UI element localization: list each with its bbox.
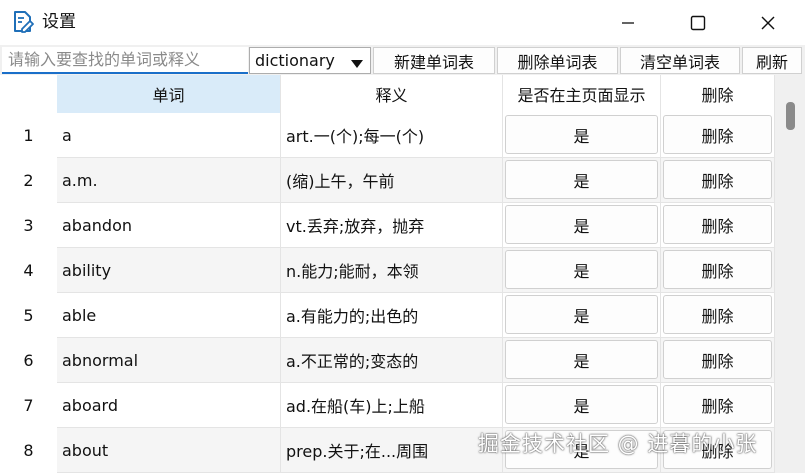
scrollbar-thumb[interactable] bbox=[786, 102, 795, 130]
notepad-edit-icon bbox=[12, 10, 34, 34]
show-on-home-button[interactable]: 是 bbox=[505, 385, 658, 424]
delete-word-button[interactable]: 删除 bbox=[663, 385, 772, 424]
show-cell: 是 bbox=[503, 158, 661, 203]
table-row: 2 a.m. (缩)上午，午前 是 删除 bbox=[0, 158, 778, 203]
definition-cell[interactable]: a.有能力的;出色的 bbox=[281, 293, 503, 338]
column-header-delete[interactable]: 删除 bbox=[661, 75, 775, 113]
row-number[interactable]: 1 bbox=[0, 113, 57, 158]
dictionary-select-value: dictionary bbox=[255, 51, 335, 70]
action-cell: 删除 bbox=[661, 248, 775, 293]
show-cell: 是 bbox=[503, 113, 661, 158]
close-icon bbox=[760, 15, 776, 31]
action-cell: 删除 bbox=[661, 113, 775, 158]
column-header-definition[interactable]: 释义 bbox=[281, 75, 503, 113]
dictionary-select[interactable]: dictionary bbox=[249, 47, 371, 74]
action-cell: 删除 bbox=[661, 293, 775, 338]
definition-cell[interactable]: vt.丢弃;放弃，抛弃 bbox=[281, 203, 503, 248]
table-row: 6 abnormal a.不正常的;变态的 是 删除 bbox=[0, 338, 778, 383]
table-row: 7 aboard ad.在船(车)上;上船 是 删除 bbox=[0, 383, 778, 428]
definition-cell[interactable]: a.不正常的;变态的 bbox=[281, 338, 503, 383]
table-row: 3 abandon vt.丢弃;放弃，抛弃 是 删除 bbox=[0, 203, 778, 248]
row-number[interactable]: 4 bbox=[0, 248, 57, 293]
show-cell: 是 bbox=[503, 338, 661, 383]
word-cell[interactable]: ability bbox=[57, 248, 281, 293]
minimize-button[interactable] bbox=[597, 0, 659, 45]
table-corner[interactable] bbox=[0, 75, 57, 113]
minimize-icon bbox=[621, 16, 635, 30]
word-table: 单词 释义 是否在主页面显示 删除 1 a art.一(个);每一(个) 是 删… bbox=[0, 75, 805, 473]
word-cell[interactable]: a bbox=[57, 113, 281, 158]
action-cell: 删除 bbox=[661, 383, 775, 428]
delete-word-button[interactable]: 删除 bbox=[663, 205, 772, 244]
delete-wordlist-button[interactable]: 删除单词表 bbox=[497, 47, 618, 74]
vertical-scrollbar[interactable] bbox=[778, 75, 805, 473]
maximize-button[interactable] bbox=[667, 0, 729, 45]
dropdown-arrow-icon bbox=[350, 55, 364, 68]
definition-cell[interactable]: prep.关于;在...周围 bbox=[281, 428, 503, 473]
show-on-home-button[interactable]: 是 bbox=[505, 115, 658, 154]
new-wordlist-button[interactable]: 新建单词表 bbox=[373, 47, 495, 74]
action-cell: 删除 bbox=[661, 203, 775, 248]
show-on-home-button[interactable]: 是 bbox=[505, 295, 658, 334]
definition-cell[interactable]: ad.在船(车)上;上船 bbox=[281, 383, 503, 428]
delete-word-button[interactable]: 删除 bbox=[663, 295, 772, 334]
clear-wordlist-button[interactable]: 清空单词表 bbox=[620, 47, 740, 74]
row-number[interactable]: 8 bbox=[0, 428, 57, 473]
show-on-home-button[interactable]: 是 bbox=[505, 250, 658, 289]
row-number[interactable]: 3 bbox=[0, 203, 57, 248]
action-cell: 删除 bbox=[661, 158, 775, 203]
table-row: 4 ability n.能力;能耐，本领 是 删除 bbox=[0, 248, 778, 293]
show-cell: 是 bbox=[503, 248, 661, 293]
title-bar: 设置 bbox=[0, 0, 805, 45]
delete-word-button[interactable]: 删除 bbox=[663, 250, 772, 289]
show-cell: 是 bbox=[503, 383, 661, 428]
definition-cell[interactable]: (缩)上午，午前 bbox=[281, 158, 503, 203]
definition-cell[interactable]: art.一(个);每一(个) bbox=[281, 113, 503, 158]
column-header-show-on-home[interactable]: 是否在主页面显示 bbox=[503, 75, 661, 113]
watermark: 掘金技术社区 @ 进暮的小张 bbox=[478, 432, 758, 456]
search-input[interactable] bbox=[2, 47, 248, 74]
word-cell[interactable]: a.m. bbox=[57, 158, 281, 203]
row-number[interactable]: 7 bbox=[0, 383, 57, 428]
column-header-word[interactable]: 单词 bbox=[57, 75, 281, 113]
table-row: 5 able a.有能力的;出色的 是 删除 bbox=[0, 293, 778, 338]
delete-word-button[interactable]: 删除 bbox=[663, 160, 772, 199]
word-cell[interactable]: abnormal bbox=[57, 338, 281, 383]
action-cell: 删除 bbox=[661, 338, 775, 383]
show-on-home-button[interactable]: 是 bbox=[505, 340, 658, 379]
toolbar: dictionary 新建单词表 删除单词表 清空单词表 刷新 bbox=[0, 45, 805, 75]
refresh-button[interactable]: 刷新 bbox=[742, 47, 802, 74]
show-on-home-button[interactable]: 是 bbox=[505, 205, 658, 244]
window-title: 设置 bbox=[42, 12, 76, 32]
word-cell[interactable]: able bbox=[57, 293, 281, 338]
row-number[interactable]: 5 bbox=[0, 293, 57, 338]
row-number[interactable]: 2 bbox=[0, 158, 57, 203]
delete-word-button[interactable]: 删除 bbox=[663, 115, 772, 154]
word-cell[interactable]: about bbox=[57, 428, 281, 473]
definition-cell[interactable]: n.能力;能耐，本领 bbox=[281, 248, 503, 293]
word-cell[interactable]: abandon bbox=[57, 203, 281, 248]
show-on-home-button[interactable]: 是 bbox=[505, 160, 658, 199]
show-cell: 是 bbox=[503, 203, 661, 248]
show-cell: 是 bbox=[503, 293, 661, 338]
close-button[interactable] bbox=[737, 0, 799, 45]
word-cell[interactable]: aboard bbox=[57, 383, 281, 428]
maximize-icon bbox=[690, 15, 706, 31]
row-number[interactable]: 6 bbox=[0, 338, 57, 383]
delete-word-button[interactable]: 删除 bbox=[663, 340, 772, 379]
table-row: 1 a art.一(个);每一(个) 是 删除 bbox=[0, 113, 778, 158]
